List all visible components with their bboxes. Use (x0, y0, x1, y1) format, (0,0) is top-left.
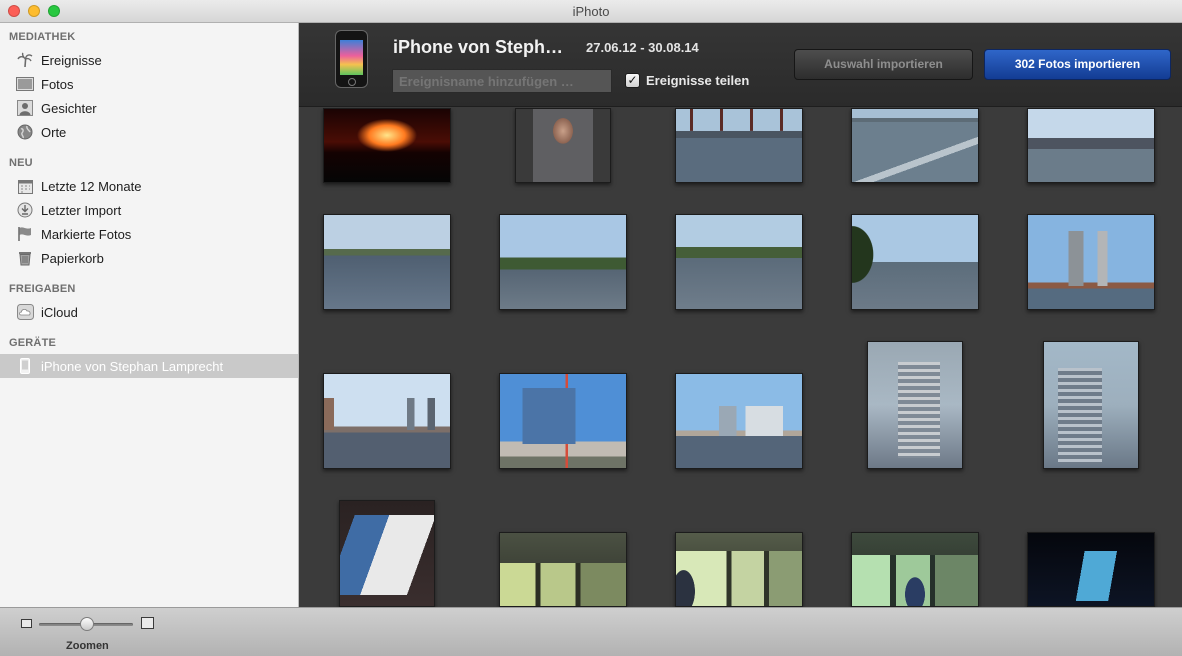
section-heading-neu: NEU (9, 157, 33, 169)
photo-thumbnail[interactable] (867, 341, 963, 469)
photo-thumbnail[interactable] (1043, 341, 1139, 469)
globe-icon (16, 123, 34, 141)
title-bar: iPhoto (0, 0, 1182, 23)
sidebar-item-iphone[interactable]: iPhone von Stephan Lamprecht (0, 354, 298, 378)
palm-tree-icon (16, 51, 34, 69)
checkmark-icon[interactable]: ✓ (625, 73, 640, 88)
photo-icon (16, 75, 34, 93)
sidebar-item-papierkorb[interactable]: Papierkorb (0, 246, 298, 270)
sidebar-item-markierte-fotos[interactable]: Markierte Fotos (0, 222, 298, 246)
photo-thumbnail[interactable] (675, 108, 803, 183)
section-heading-freigaben: FREIGABEN (9, 283, 76, 295)
sidebar-item-label: Gesichter (41, 100, 97, 116)
minimize-window-button[interactable] (28, 5, 40, 17)
photo-thumbnail[interactable] (499, 373, 627, 469)
zoom-out-icon[interactable] (21, 619, 32, 628)
sidebar-item-orte[interactable]: Orte (0, 120, 298, 144)
import-selection-button[interactable]: Auswahl importieren (794, 49, 973, 80)
photo-thumbnail[interactable] (1027, 532, 1155, 607)
photo-thumbnail[interactable] (323, 373, 451, 469)
photo-thumbnail[interactable] (499, 214, 627, 310)
device-name: iPhone von Steph… (393, 37, 564, 57)
sidebar-item-label: Ereignisse (41, 52, 102, 68)
event-name-input[interactable] (392, 69, 612, 93)
window-controls (8, 5, 60, 17)
flag-icon (16, 225, 34, 243)
sidebar-item-label: Letzter Import (41, 202, 122, 218)
photo-thumbnail[interactable] (323, 108, 451, 183)
sidebar-item-label: Orte (41, 124, 67, 140)
sidebar-item-fotos[interactable]: Fotos (0, 72, 298, 96)
sidebar-item-letzte-12-monate[interactable]: Letzte 12 Monate (0, 174, 298, 198)
section-heading-geraete: GERÄTE (9, 337, 57, 349)
photo-thumbnail[interactable] (675, 214, 803, 310)
import-view: iPhone von Steph… 27.06.12 - 30.08.14 ✓ … (299, 23, 1182, 607)
import-icon (16, 201, 34, 219)
iphone-device-icon (335, 30, 368, 88)
photo-thumbnail[interactable] (1027, 108, 1155, 183)
window-title: iPhoto (572, 4, 610, 19)
sidebar-item-label: Letzte 12 Monate (41, 178, 142, 194)
zoom-window-button[interactable] (48, 5, 60, 17)
share-events-label: Ereignisse teilen (646, 73, 750, 88)
trash-icon (16, 249, 34, 267)
import-header: iPhone von Steph… 27.06.12 - 30.08.14 ✓ … (299, 23, 1182, 107)
import-all-button[interactable]: 302 Fotos importieren (984, 49, 1171, 80)
calendar-icon (16, 177, 34, 195)
zoom-label: Zoomen (66, 640, 109, 652)
close-window-button[interactable] (8, 5, 20, 17)
photo-thumbnail[interactable] (499, 532, 627, 607)
photo-thumbnail[interactable] (851, 108, 979, 183)
photo-thumbnail[interactable] (1027, 214, 1155, 310)
zoom-in-icon[interactable] (141, 617, 154, 629)
photo-thumbnail[interactable] (675, 532, 803, 607)
photo-thumbnail[interactable] (323, 214, 451, 310)
sidebar-item-gesichter[interactable]: Gesichter (0, 96, 298, 120)
sidebar-item-ereignisse[interactable]: Ereignisse (0, 48, 298, 72)
sidebar-item-label: iCloud (41, 304, 78, 320)
photo-thumbnail[interactable] (675, 373, 803, 469)
iphoto-window: iPhoto MEDIATHEK Ereignisse Fotos Gesich… (0, 0, 1182, 656)
photo-thumbnail[interactable] (339, 500, 435, 607)
photo-thumbnail[interactable] (515, 108, 611, 183)
sidebar: MEDIATHEK Ereignisse Fotos Gesichter Ort… (0, 23, 299, 607)
sidebar-item-label: iPhone von Stephan Lamprecht (41, 358, 224, 374)
share-events-checkbox[interactable]: ✓ Ereignisse teilen (625, 73, 749, 88)
sidebar-item-icloud[interactable]: iCloud (0, 300, 298, 324)
zoom-slider-knob[interactable] (80, 617, 94, 631)
sidebar-item-label: Papierkorb (41, 250, 104, 266)
person-icon (16, 99, 34, 117)
photo-thumbnail[interactable] (851, 532, 979, 607)
cloud-icon (16, 303, 34, 321)
date-range: 27.06.12 - 30.08.14 (586, 40, 699, 55)
bottom-toolbar: Zoomen (0, 607, 1182, 656)
photo-thumbnail[interactable] (851, 214, 979, 310)
section-heading-mediathek: MEDIATHEK (9, 31, 76, 43)
sidebar-item-label: Fotos (41, 76, 74, 92)
sidebar-item-letzter-import[interactable]: Letzter Import (0, 198, 298, 222)
sidebar-item-label: Markierte Fotos (41, 226, 132, 242)
iphone-icon (16, 357, 34, 375)
photo-grid (299, 108, 1182, 607)
